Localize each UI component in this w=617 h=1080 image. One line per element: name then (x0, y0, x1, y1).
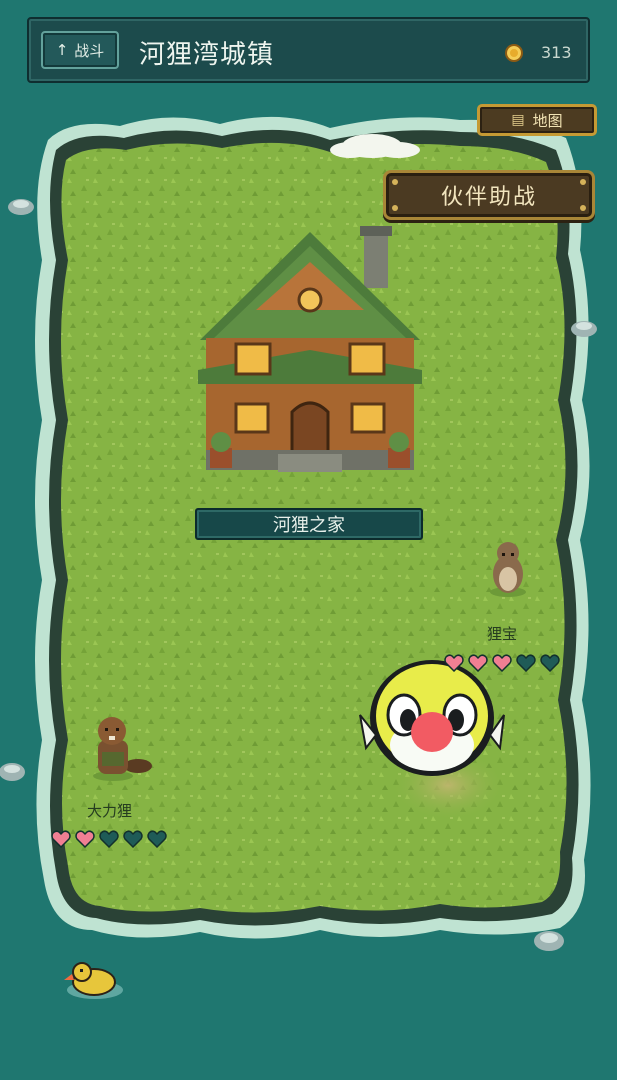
top-bar: ↑ 战斗 河狸湾城镇 313 (27, 17, 590, 83)
partner-assist-label: 伙伴助战 (440, 185, 537, 210)
rivet-icon (392, 179, 398, 185)
heart-filled-icon (75, 830, 95, 848)
back-button-label: 战斗 (74, 41, 105, 60)
heart-filled-icon (468, 654, 488, 672)
heart-filled-icon (492, 654, 512, 672)
rivet-icon (580, 205, 586, 211)
heart-filled-icon (51, 830, 71, 848)
swimming-duck[interactable] (64, 962, 123, 999)
island-map (0, 116, 597, 999)
house-label: 河狸之家 (195, 508, 423, 540)
back-to-battle-button[interactable]: ↑ 战斗 (41, 31, 119, 69)
heart-empty-icon (99, 830, 119, 848)
map-button[interactable]: ▤ 地图 (477, 104, 597, 136)
rivet-icon (392, 205, 398, 211)
npc-name-beaver: 大力狸 (87, 802, 133, 820)
partner-assist-button[interactable]: 伙伴助战 (383, 170, 595, 220)
affection-hearts-otter (444, 654, 560, 672)
coin-count: 313 (541, 43, 572, 62)
page-title: 河狸湾城镇 (139, 40, 275, 70)
map-button-label: 地图 (532, 111, 563, 130)
heart-filled-icon (444, 654, 464, 672)
map-icon: ▤ (511, 112, 525, 128)
heart-empty-icon (147, 830, 167, 848)
rivet-icon (580, 179, 586, 185)
heart-empty-icon (540, 654, 560, 672)
heart-empty-icon (516, 654, 536, 672)
up-arrow-icon: ↑ (55, 41, 69, 59)
npc-name-otter: 狸宝 (487, 625, 518, 643)
heart-empty-icon (123, 830, 143, 848)
coin-icon (505, 44, 523, 62)
affection-hearts-beaver (51, 830, 167, 848)
